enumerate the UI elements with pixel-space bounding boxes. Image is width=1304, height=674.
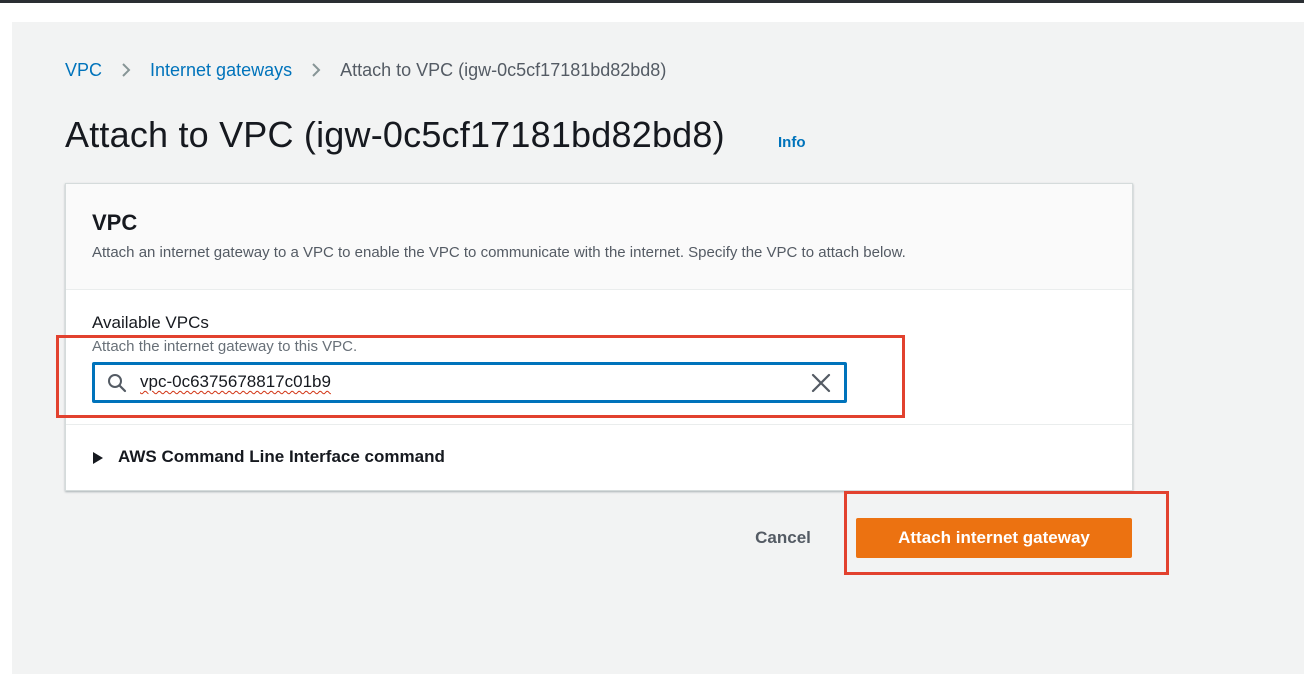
- panel-description: Attach an internet gateway to a VPC to e…: [92, 244, 906, 261]
- attach-internet-gateway-button[interactable]: Attach internet gateway: [856, 518, 1132, 558]
- breadcrumb-vpc[interactable]: VPC: [65, 60, 102, 81]
- vpc-id-text: vpc-0c6375678817c01b9: [140, 372, 331, 391]
- available-vpcs-description: Attach the internet gateway to this VPC.: [92, 338, 358, 355]
- caret-right-icon: [92, 451, 104, 465]
- available-vpcs-label: Available VPCs: [92, 313, 209, 332]
- vpc-search-value: vpc-0c6375678817c01b9: [140, 372, 331, 392]
- panel-header: VPC Attach an internet gateway to a VPC …: [66, 184, 1132, 290]
- breadcrumb-internet-gateways[interactable]: Internet gateways: [150, 60, 292, 81]
- panel-title: VPC: [92, 210, 138, 235]
- breadcrumb: VPC Internet gateways Attach to VPC (igw…: [65, 58, 666, 82]
- vpc-search-input[interactable]: vpc-0c6375678817c01b9: [92, 362, 847, 403]
- chevron-right-icon: [292, 62, 340, 78]
- breadcrumb-current: Attach to VPC (igw-0c5cf17181bd82bd8): [340, 59, 667, 80]
- chevron-right-icon: [102, 62, 150, 78]
- close-icon[interactable]: [810, 372, 832, 394]
- vpc-panel: VPC Attach an internet gateway to a VPC …: [65, 183, 1133, 491]
- page-title: Attach to VPC (igw-0c5cf17181bd82bd8): [65, 114, 725, 155]
- aws-cli-command-expander[interactable]: AWS Command Line Interface command: [66, 424, 1132, 491]
- info-link[interactable]: Info: [778, 134, 806, 151]
- top-border: [0, 0, 1304, 3]
- aws-cli-command-label: AWS Command Line Interface command: [118, 447, 445, 466]
- search-icon: [107, 373, 127, 393]
- cancel-button[interactable]: Cancel: [738, 518, 828, 558]
